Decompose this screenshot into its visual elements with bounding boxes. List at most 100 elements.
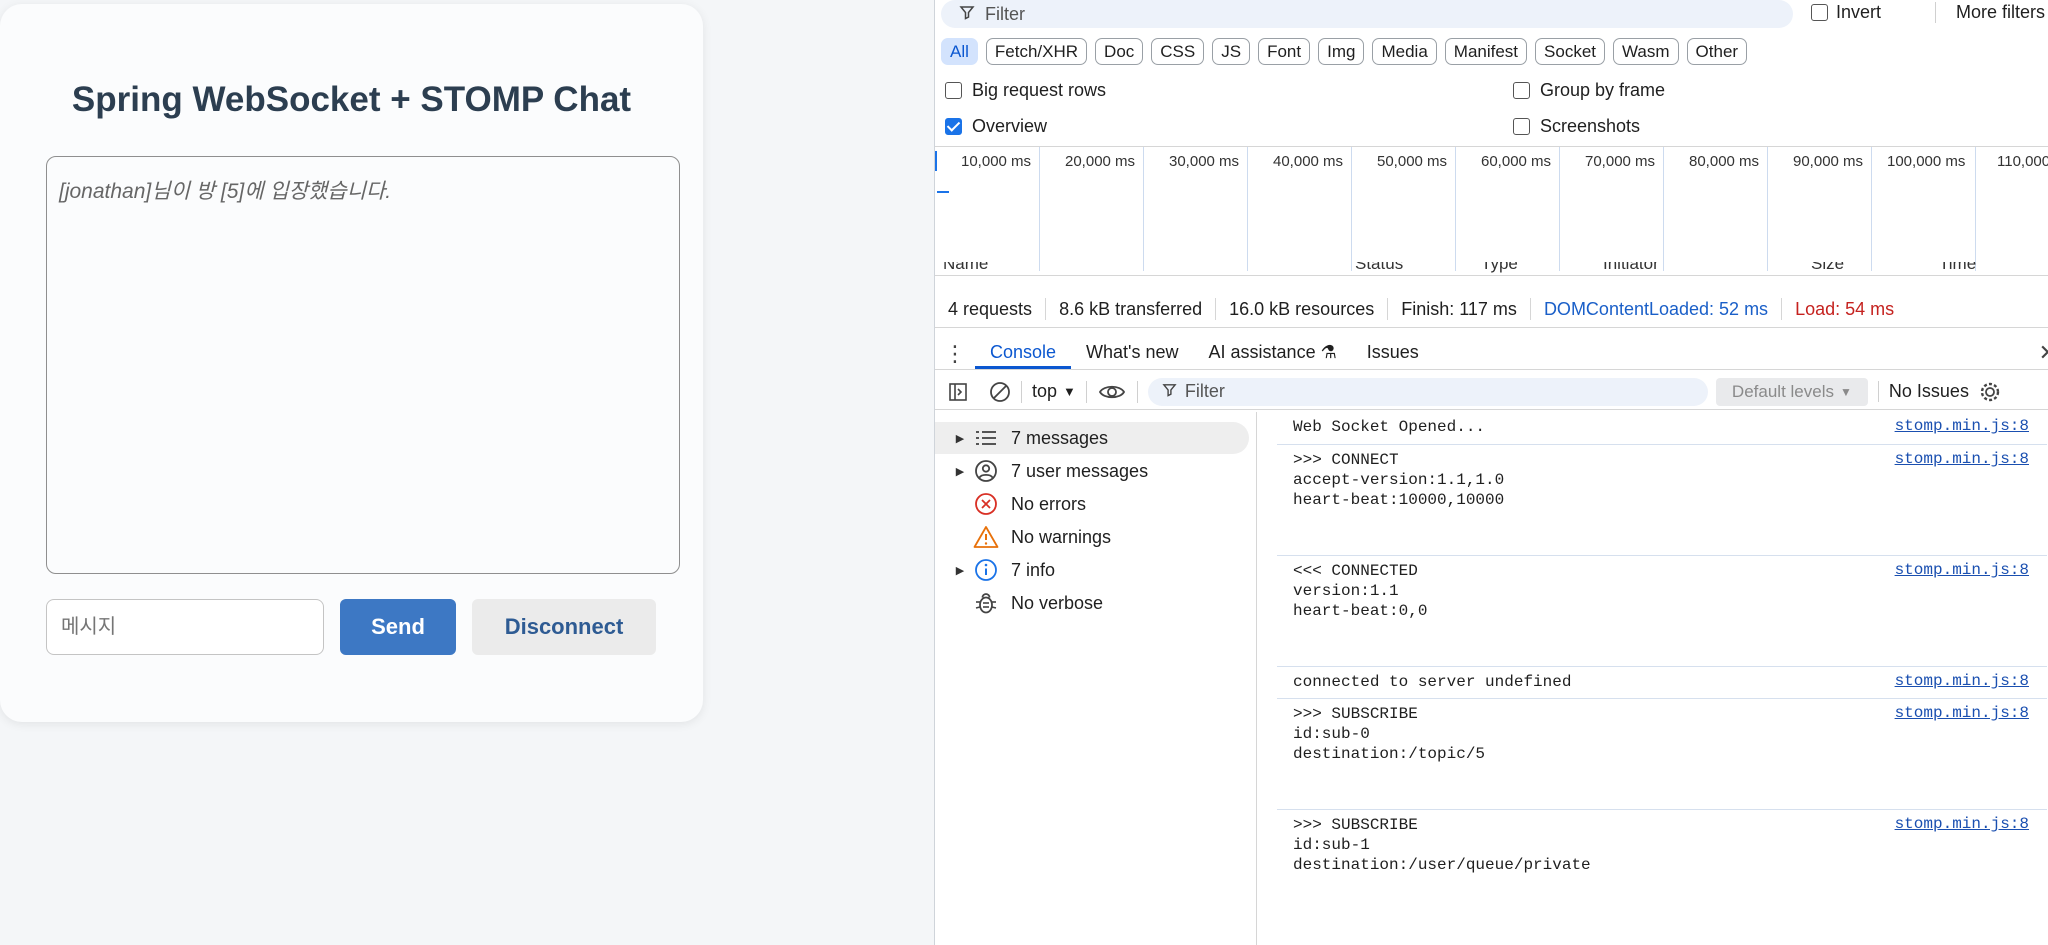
clear-console-icon[interactable] [989,381,1011,403]
requests-table-header: Name Status Type Initiator Size Time [935,262,2048,276]
timeline-gridline [1767,147,1768,271]
overview-checkbox[interactable] [945,118,962,135]
tab-console[interactable]: Console [975,342,1072,369]
timeline-tick-label: 40,000 ms [1273,153,1344,170]
summary-requests: 4 requests [935,297,1047,320]
sidebar-item-messages[interactable]: ▶ 7 messages [935,422,1249,454]
chat-card: Spring WebSocket + STOMP Chat [jonathan]… [0,4,703,722]
source-link[interactable]: stomp.min.js:8 [1895,561,2029,579]
console-toolbar: top ▼ Filter Default levels ▼ No Issues [935,374,2048,410]
summary-finish: Finish: 117 ms [1388,297,1531,320]
sidebar-item-errors[interactable]: No errors [935,488,1249,520]
sidebar-item-warnings[interactable]: No warnings [935,521,1249,553]
expand-arrow-icon[interactable]: ▶ [947,564,973,577]
filter-icon [959,4,975,24]
expand-arrow-icon[interactable]: ▶ [947,432,973,445]
chip-all[interactable]: All [941,38,978,65]
kebab-menu-icon[interactable]: ⋮ [935,339,975,369]
invert-label: Invert [1836,2,1882,22]
context-selector[interactable]: top ▼ [1032,381,1076,402]
chip-font[interactable]: Font [1258,38,1311,65]
invert-box[interactable] [1811,4,1828,21]
more-filters-dropdown[interactable]: More filters ▾ [1935,2,2048,23]
timeline-tick-label: 10,000 ms [961,153,1032,170]
source-link[interactable]: stomp.min.js:8 [1895,672,2029,690]
timeline-gridline [1871,147,1872,271]
chip-doc[interactable]: Doc [1095,38,1144,65]
console-messages: Web Socket Opened... stomp.min.js:8 >>> … [1257,412,2048,945]
gear-icon[interactable] [1979,381,2001,403]
sidebar-item-info[interactable]: ▶ 7 info [935,554,1249,586]
info-icon [973,557,999,583]
timeline-tick-label: 30,000 ms [1169,153,1240,170]
disconnect-button[interactable]: Disconnect [472,599,656,655]
source-link[interactable]: stomp.min.js:8 [1895,450,2029,468]
tab-ai-assistance[interactable]: AI assistance ⚗ [1194,342,1352,369]
console-message: Web Socket Opened... stomp.min.js:8 [1277,412,2047,444]
console-sidebar: ▶ 7 messages ▶ 7 user messages No errors [935,412,1257,945]
timeline-gridline [1975,147,1976,271]
network-overview-timeline[interactable]: 10,000 ms 20,000 ms 30,000 ms 40,000 ms … [935,146,2048,271]
timeline-gridline [1455,147,1456,271]
log-levels-dropdown[interactable]: Default levels ▼ [1715,377,1868,406]
screenshots-label: Screenshots [1540,116,1641,136]
invert-checkbox[interactable]: Invert [1811,2,1881,23]
message-input[interactable] [46,599,324,655]
flask-icon: ⚗ [1320,342,1337,362]
network-filter-input[interactable]: Filter [941,0,1793,28]
chip-fetch-xhr[interactable]: Fetch/XHR [985,38,1088,65]
sidebar-item-user-messages[interactable]: ▶ 7 user messages [935,455,1249,487]
tab-ai-assistance-label: AI assistance [1208,342,1316,362]
close-icon[interactable]: ✕ [2039,340,2048,366]
overview-option[interactable]: Overview [945,116,1047,137]
group-by-frame-label: Group by frame [1540,80,1666,100]
timeline-tick-label: 110,000 [1997,153,2048,170]
sidebar-item-verbose[interactable]: No verbose [935,587,1249,619]
timeline-gridline [1663,147,1664,271]
log-levels-label: Default levels [1731,381,1834,401]
column-header-time[interactable]: Time [1939,262,1976,274]
summary-dom-content-loaded: DOMContentLoaded: 52 ms [1531,297,1783,320]
chip-socket[interactable]: Socket [1535,38,1606,65]
chip-media[interactable]: Media [1372,38,1437,65]
group-by-frame-checkbox[interactable] [1513,82,1530,99]
column-header-initiator[interactable]: Initiator [1603,262,1659,274]
source-link[interactable]: stomp.min.js:8 [1895,417,2029,435]
source-link[interactable]: stomp.min.js:8 [1895,704,2029,722]
timeline-start-marker [935,151,937,171]
error-icon [973,491,999,517]
send-button[interactable]: Send [340,599,456,655]
chat-log[interactable]: [jonathan]님이 방 [5]에 입장했습니다. [46,156,680,574]
group-by-frame-option[interactable]: Group by frame [1513,80,1665,101]
chip-other[interactable]: Other [1686,38,1748,65]
console-message: >>> SUBSCRIBE id:sub-0 destination:/topi… [1277,698,2047,780]
issues-counter[interactable]: No Issues [1877,381,1969,402]
chip-manifest[interactable]: Manifest [1444,38,1528,65]
chip-img[interactable]: Img [1318,38,1365,65]
source-link[interactable]: stomp.min.js:8 [1895,815,2029,833]
big-request-rows-option[interactable]: Big request rows [945,80,1106,101]
tab-issues[interactable]: Issues [1352,342,1434,369]
column-header-type[interactable]: Type [1481,262,1518,274]
summary-transferred: 8.6 kB transferred [1046,297,1217,320]
big-request-rows-label: Big request rows [972,80,1107,100]
expand-arrow-icon[interactable]: ▶ [947,465,973,478]
sidebar-item-label: 7 user messages [1011,460,1149,481]
sidebar-toggle-icon[interactable] [947,381,969,403]
column-header-status[interactable]: Status [1355,262,1403,274]
chip-wasm[interactable]: Wasm [1613,38,1679,65]
screenshots-option[interactable]: Screenshots [1513,116,1640,137]
big-request-rows-checkbox[interactable] [945,82,962,99]
caret-down-icon: ▼ [1839,384,1852,399]
column-header-size[interactable]: Size [1811,262,1844,274]
eye-icon[interactable] [1097,381,1127,403]
timeline-gridline [1039,147,1040,271]
timeline-tick-label: 90,000 ms [1793,153,1864,170]
column-header-name[interactable]: Name [943,262,988,274]
chip-js[interactable]: JS [1212,38,1251,65]
console-filter-input[interactable]: Filter [1147,377,1708,406]
tab-whats-new[interactable]: What's new [1071,342,1193,369]
timeline-gridline [1143,147,1144,271]
chip-css[interactable]: CSS [1151,38,1205,65]
screenshots-checkbox[interactable] [1513,118,1530,135]
